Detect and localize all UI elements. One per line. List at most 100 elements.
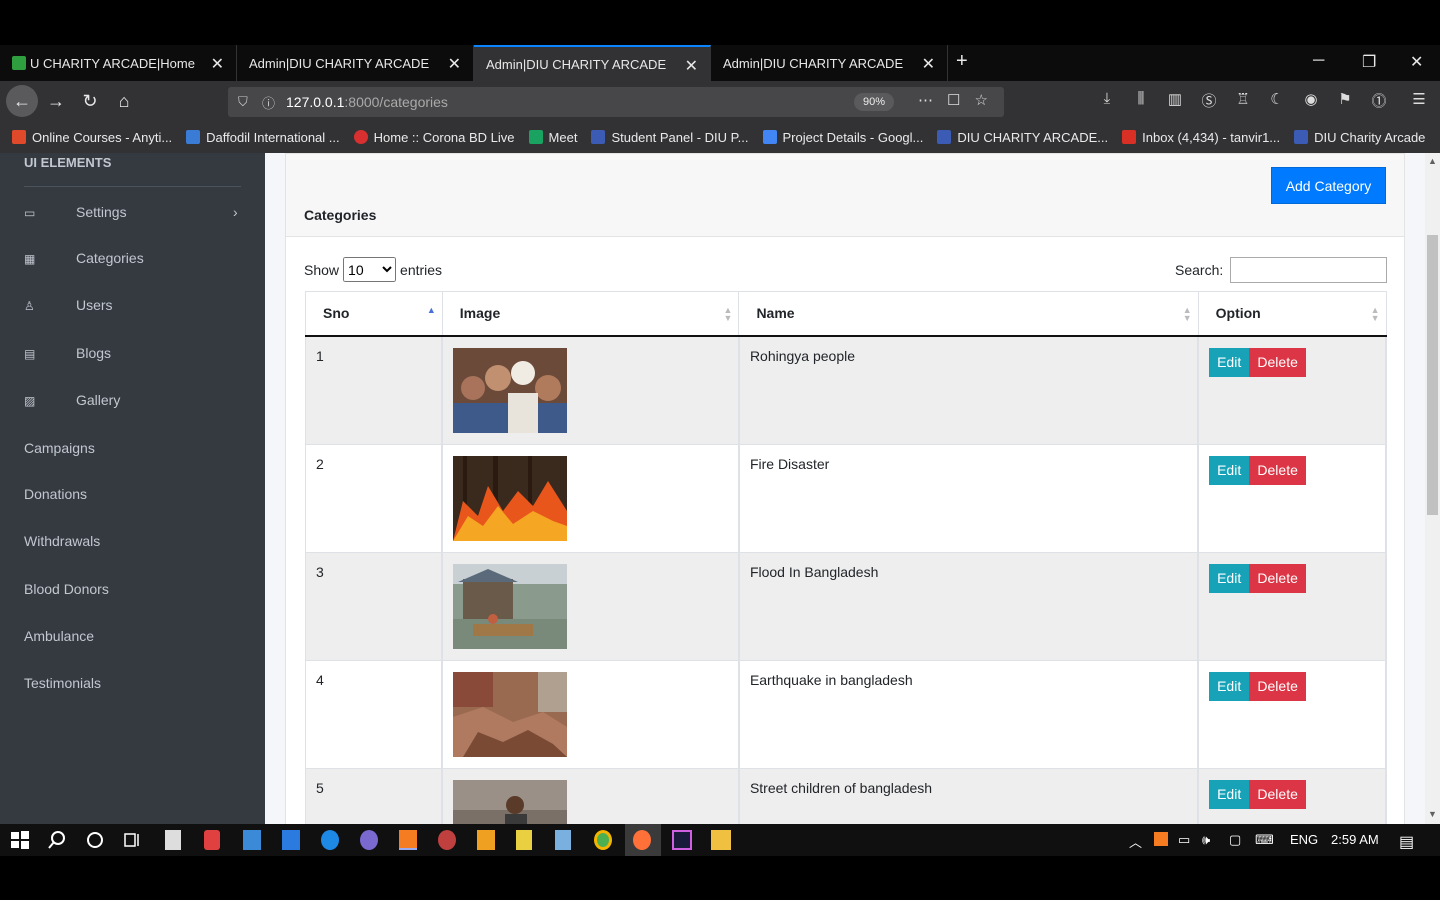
bookmark[interactable]: Home :: Corona BD Live [353,130,515,145]
calendar-icon[interactable] [282,830,300,850]
sidebar-item-campaigns[interactable]: Campaigns [0,428,265,468]
notes-icon[interactable] [516,830,532,850]
restore-icon[interactable]: ❐ [1362,52,1376,72]
scrollbar-thumb[interactable] [1427,235,1438,515]
sidebar-icon[interactable]: ▥ [1166,90,1184,111]
forward-icon[interactable]: → [42,89,70,113]
translate-icon[interactable]: ⚑ [1336,90,1354,111]
column-header-image[interactable]: Image ▲ ▼ [441,291,740,337]
zoom-level[interactable]: 90% [854,93,894,111]
windows-start-icon[interactable] [10,830,30,850]
info-icon[interactable]: ⓘ [262,93,286,112]
app-icon[interactable] [243,830,261,850]
xampp-tray-icon[interactable] [1154,832,1168,846]
home-icon[interactable]: ⌂ [110,89,138,113]
extension-blue-icon[interactable]: ⓵ [1370,90,1388,111]
delete-button[interactable]: Delete [1249,779,1307,809]
search-input[interactable] [1230,257,1388,283]
clock[interactable]: 2:59 AM [1331,832,1379,847]
app-icon[interactable] [555,830,571,850]
entries-select[interactable]: 10 [343,257,397,282]
close-tab-icon[interactable]: ✕ [211,54,224,74]
add-category-button[interactable]: Add Category [1271,167,1386,204]
close-tab-icon[interactable]: ✕ [448,54,461,74]
keyboard-icon[interactable]: ⌨ [1255,832,1274,848]
calculator-icon[interactable] [165,830,181,850]
bookmark[interactable]: Daffodil International ... [186,130,340,145]
browser-tab[interactable]: Admin|DIU CHARITY ARCADE ✕ [711,45,948,81]
close-window-icon[interactable]: ✕ [1410,52,1423,72]
minimize-icon[interactable]: ─ [1313,52,1324,70]
browser-tab-active[interactable]: Admin|DIU CHARITY ARCADE ✕ [474,45,711,81]
sidebar-item-donations[interactable]: Donations [0,474,265,514]
phpstorm-icon[interactable] [672,830,692,850]
xampp-icon[interactable] [399,830,417,850]
language-indicator[interactable]: ENG [1290,832,1318,847]
edit-button[interactable]: Edit [1209,563,1250,593]
account-icon[interactable]: ◉ [1302,90,1320,111]
delete-button[interactable]: Delete [1249,347,1307,377]
scroll-up-icon[interactable]: ▲ [1428,156,1437,166]
extension-icon[interactable]: ♖ [1234,90,1252,111]
notification-icon[interactable]: ▤ [1399,832,1414,852]
browser-tab[interactable]: U CHARITY ARCADE|Home ✕ [0,45,237,81]
sidebar-item-settings[interactable]: ▭ Settings › [0,192,265,232]
page-actions-icon[interactable]: ⋯☐☆ [918,91,1002,109]
cortana-icon[interactable] [85,830,105,850]
delete-button[interactable]: Delete [1249,455,1307,485]
delete-button[interactable]: Delete [1249,563,1307,593]
volume-icon[interactable]: 🕪 [1202,832,1210,848]
bookmark[interactable]: Student Panel - DIU P... [591,130,749,145]
app-icon[interactable] [438,830,456,850]
column-header-option[interactable]: Option ▲ ▼ [1197,291,1387,337]
bookmark[interactable]: Online Courses - Anyti... [12,130,172,145]
library-icon[interactable]: ⫼ [1132,90,1150,111]
new-tab-icon[interactable]: + [956,50,968,73]
bookmark[interactable]: Inbox (4,434) - tanvir1... [1122,130,1280,145]
edit-button[interactable]: Edit [1209,671,1250,701]
page-scrollbar[interactable]: ▲ ▼ [1425,153,1440,824]
browser-tab[interactable]: Admin|DIU CHARITY ARCADE ✕ [237,45,474,81]
task-view-icon[interactable] [123,830,143,850]
bookmark[interactable]: Project Details - Googl... [762,130,923,145]
scroll-down-icon[interactable]: ▼ [1428,809,1437,819]
tray-expand-icon[interactable]: ︿ [1129,832,1142,851]
reload-icon[interactable]: ↻ [76,89,104,113]
extension-dark-icon[interactable]: ☾ [1268,90,1286,111]
search-icon[interactable] [47,830,67,850]
sidebar-item-blogs[interactable]: ▤ Blogs [0,333,265,373]
url-bar[interactable]: ⛉ ⓘ 127.0.0.1 :8000/categories 90% ⋯☐☆ [228,87,1004,117]
app-icon[interactable] [204,830,220,850]
sidebar-item-users[interactable]: ♙ Users [0,285,265,325]
sidebar-item-blood-donors[interactable]: Blood Donors [0,569,265,609]
sidebar-item-categories[interactable]: ▦ Categories [0,238,265,278]
delete-button[interactable]: Delete [1249,671,1307,701]
bookmark[interactable]: Meet [528,130,577,145]
sidebar-item-withdrawals[interactable]: Withdrawals [0,521,265,561]
network-icon[interactable]: ▢ [1229,832,1241,848]
sidebar-item-ambulance[interactable]: Ambulance [0,616,265,656]
back-icon[interactable]: ← [6,85,38,117]
edit-button[interactable]: Edit [1209,455,1250,485]
column-header-sno[interactable]: Sno ▲ [305,291,443,337]
battery-icon[interactable]: ▭ [1178,832,1190,848]
download-icon[interactable]: ⤓ [1098,90,1116,111]
menu-icon[interactable]: ☰ [1410,90,1428,111]
bookmark[interactable]: DIU CHARITY ARCADE... [937,130,1108,145]
close-tab-icon[interactable]: ✕ [685,56,698,76]
extension-s-icon[interactable]: Ⓢ [1200,90,1218,111]
chrome-icon[interactable] [594,830,612,850]
sidebar-item-gallery[interactable]: ▨ Gallery [0,380,265,420]
edit-button[interactable]: Edit [1209,779,1250,809]
sidebar-item-testimonials[interactable]: Testimonials [0,663,265,703]
app-icon[interactable] [360,830,378,850]
firefox-icon[interactable] [633,830,651,850]
edge-icon[interactable] [321,830,339,850]
sublime-icon[interactable] [477,830,495,850]
shield-icon[interactable]: ⛉ [238,94,262,110]
edit-button[interactable]: Edit [1209,347,1250,377]
column-header-name[interactable]: Name ▲ ▼ [738,291,1199,337]
file-explorer-icon[interactable] [711,830,731,850]
bookmark[interactable]: DIU Charity Arcade [1294,130,1425,145]
close-tab-icon[interactable]: ✕ [922,54,935,74]
